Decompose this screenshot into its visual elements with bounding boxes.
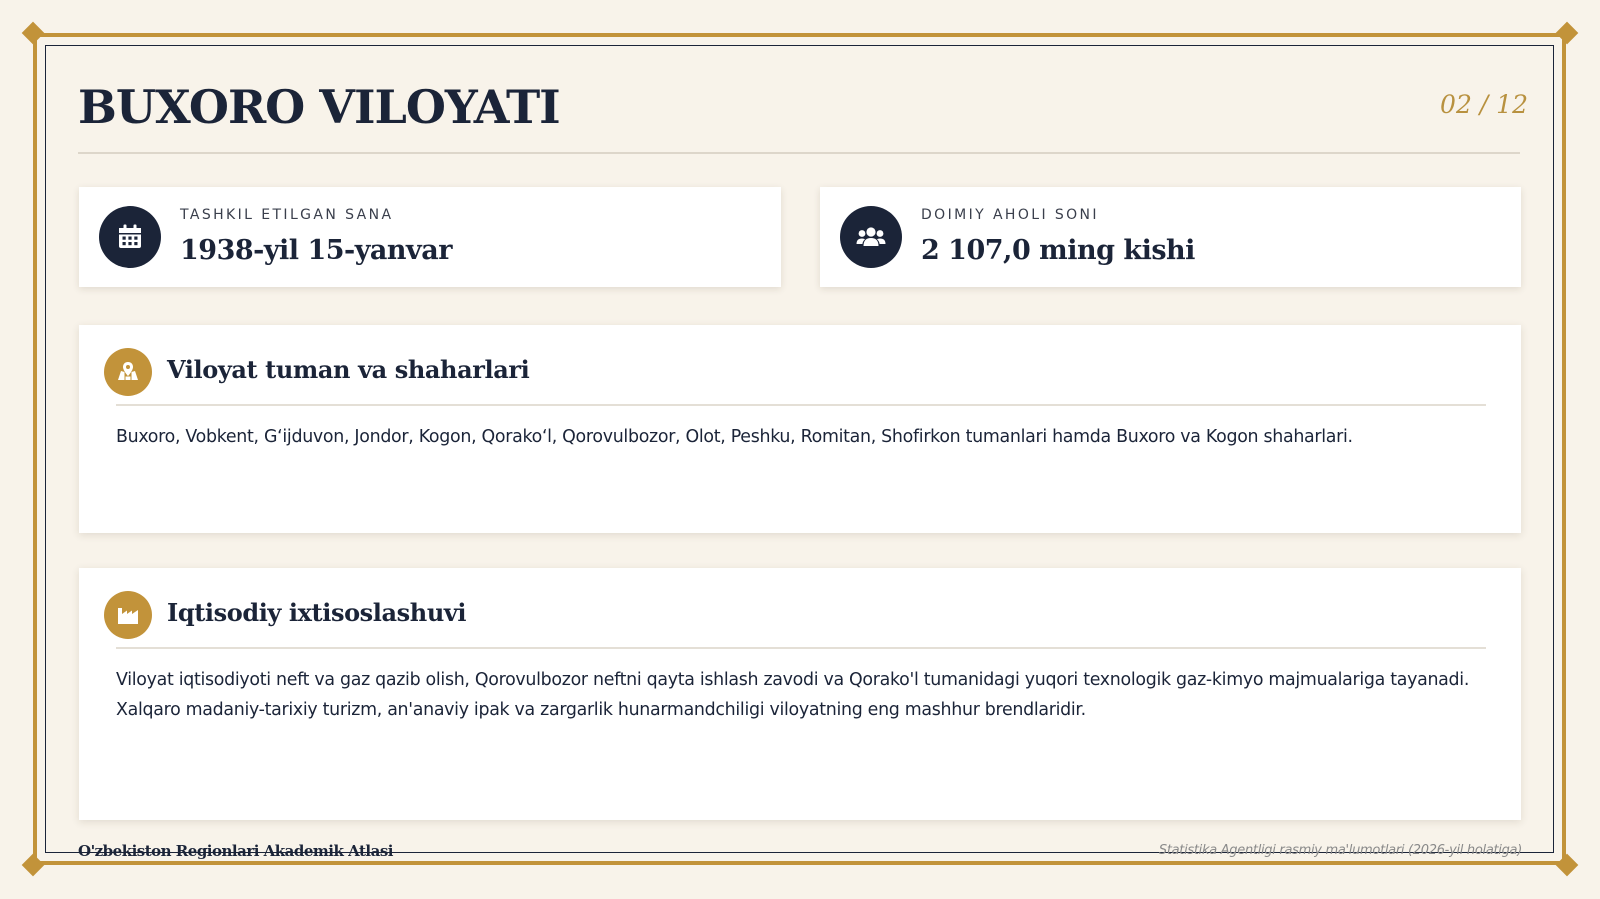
stat-card-population: DOIMIY AHOLI SONI 2 107,0 ming kishi <box>820 187 1521 287</box>
section-body-districts: Buxoro, Vobkent, G‘ijduvon, Jondor, Kogo… <box>116 427 1353 447</box>
section-body-economy: Viloyat iqtisodiyoti neft va gaz qazib o… <box>116 670 1470 720</box>
header-divider <box>78 152 1520 154</box>
stat-label-population: DOIMIY AHOLI SONI <box>921 207 1099 223</box>
section-divider <box>116 404 1486 406</box>
footer-atlas-title: O'zbekiston Regionlari Akademik Atlasi <box>78 842 393 860</box>
map-marker-icon <box>104 348 152 396</box>
stat-card-founded: TASHKIL ETILGAN SANA 1938-yil 15-yanvar <box>79 187 781 287</box>
section-title-economy: Iqtisodiy ixtisoslashuvi <box>167 598 467 627</box>
page-number: 02 / 12 <box>1440 90 1528 119</box>
section-economy: Iqtisodiy ixtisoslashuvi Viloyat iqtisod… <box>79 568 1521 820</box>
stat-label-founded: TASHKIL ETILGAN SANA <box>180 207 394 223</box>
section-divider <box>116 647 1486 649</box>
stat-value-population: 2 107,0 ming kishi <box>921 235 1195 266</box>
calendar-icon <box>99 206 161 268</box>
users-icon <box>840 206 902 268</box>
section-title-districts: Viloyat tuman va shaharlari <box>167 355 530 384</box>
industry-icon <box>104 591 152 639</box>
page-title: BUXORO VILOYATI <box>78 80 561 134</box>
footer-source-note: Statistika Agentligi rasmiy ma'lumotlari… <box>1158 843 1522 858</box>
stat-value-founded: 1938-yil 15-yanvar <box>180 235 452 266</box>
section-districts: Viloyat tuman va shaharlari Buxoro, Vobk… <box>79 325 1521 533</box>
